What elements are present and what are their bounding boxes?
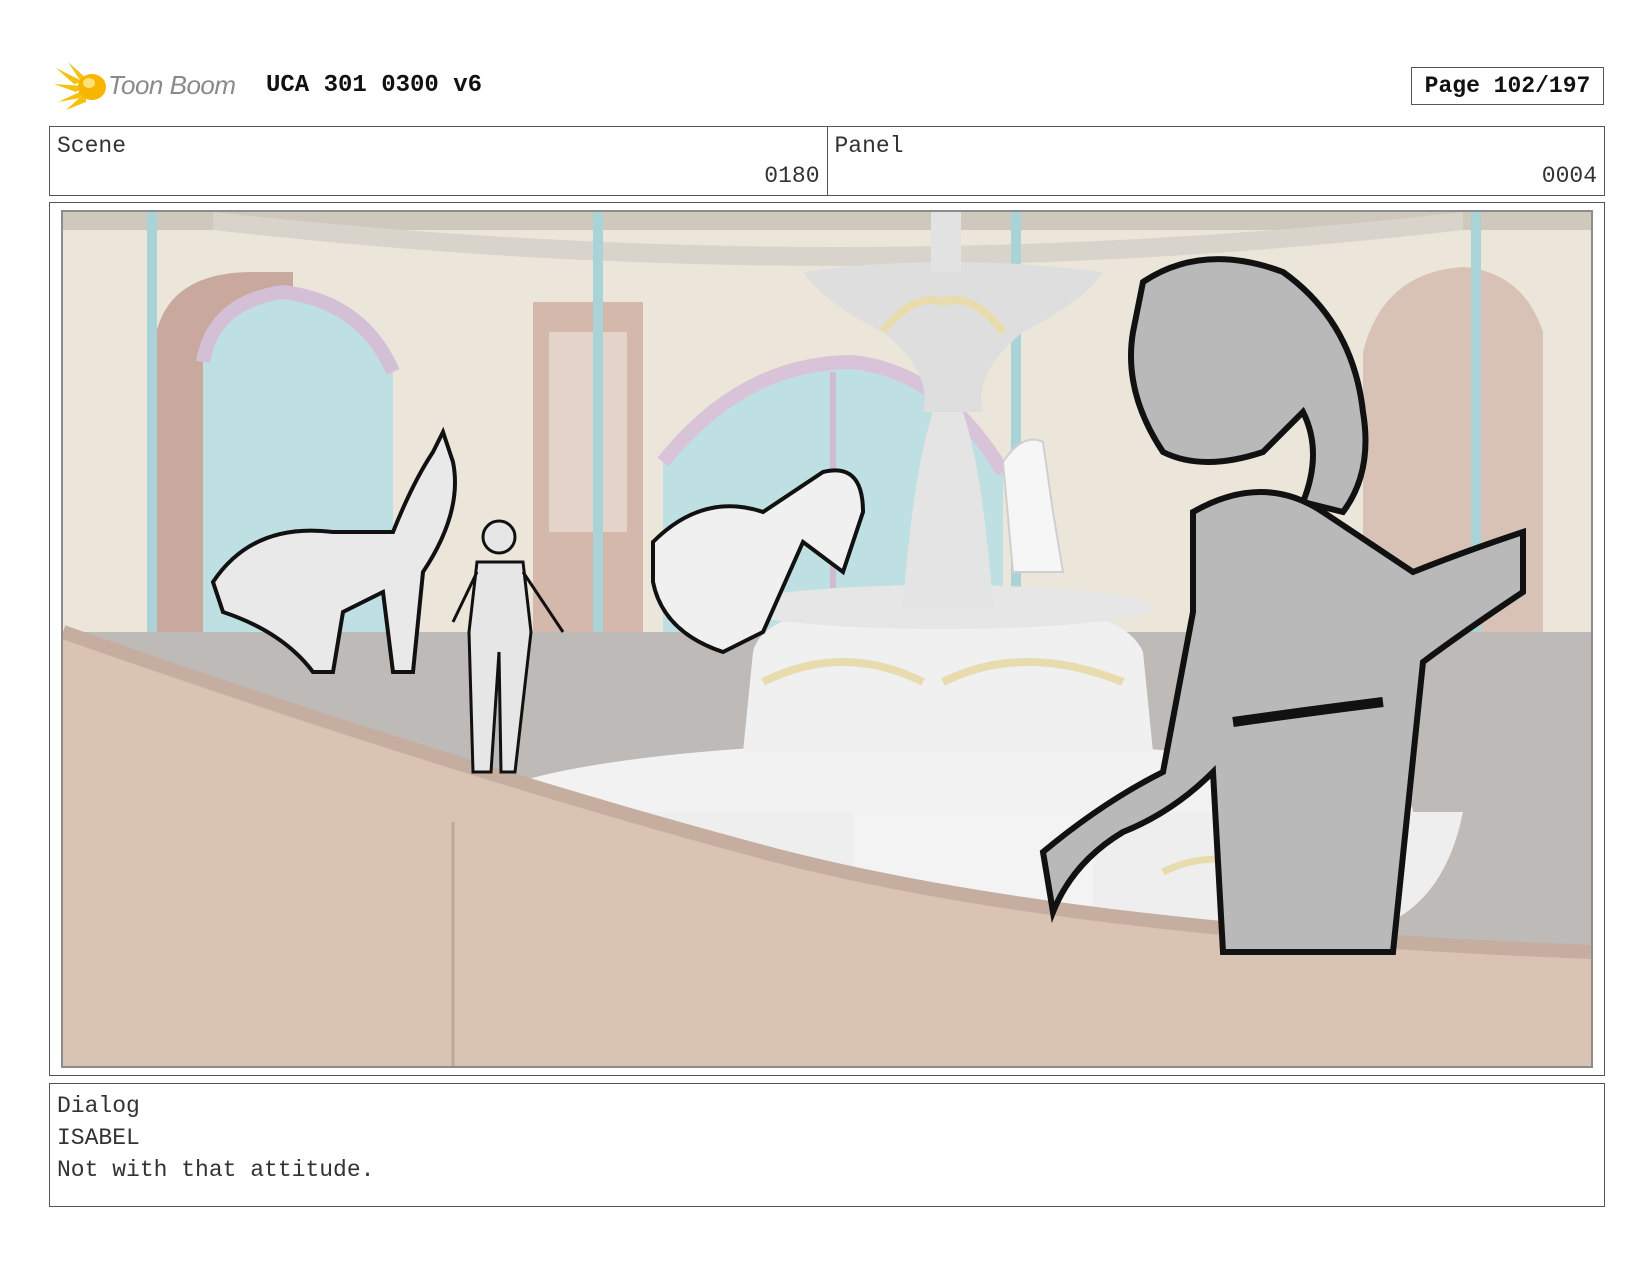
scene-panel-row: Scene 0180 Panel 0004 (49, 126, 1605, 196)
logo-text: Toon Boom (108, 70, 236, 100)
dialog-character: ISABEL (57, 1125, 140, 1151)
scene-label: Scene (57, 133, 127, 159)
toon-boom-burst-icon (54, 62, 106, 110)
dialog-box: Dialog ISABEL Not with that attitude. (49, 1083, 1605, 1207)
page-indicator: Page 102/197 (1411, 67, 1604, 105)
dialog-line: Not with that attitude. (57, 1157, 375, 1183)
panel-cell: Panel 0004 (826, 127, 1605, 195)
storyboard-panel-image (61, 210, 1593, 1068)
panel-label: Panel (834, 133, 904, 159)
panel-number: 0004 (1541, 163, 1597, 189)
dialog-label: Dialog (57, 1093, 140, 1119)
panel-artwork (63, 212, 1591, 1066)
scene-number: 0180 (764, 163, 820, 189)
document-title: UCA 301 0300 v6 (266, 72, 483, 99)
scene-cell: Scene 0180 (50, 127, 827, 195)
